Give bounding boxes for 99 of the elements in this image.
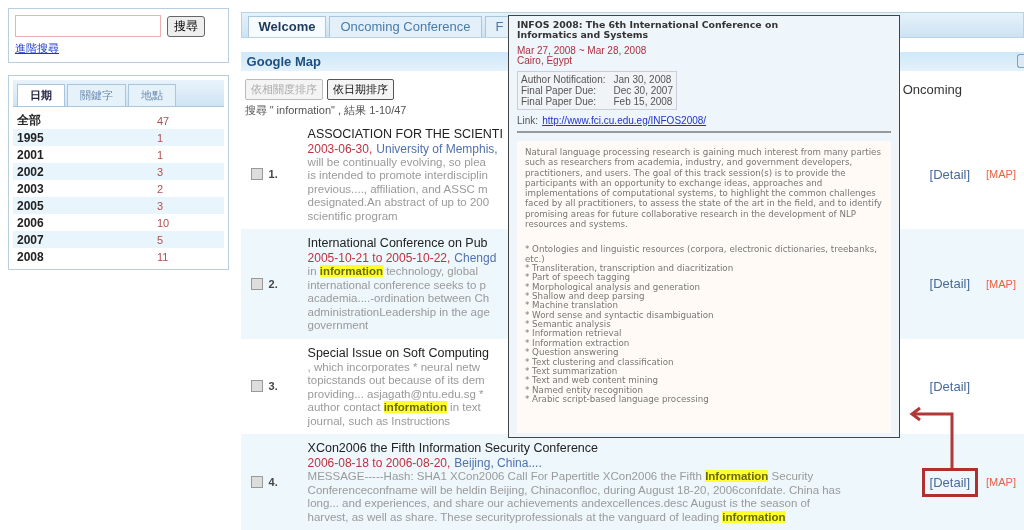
result-title[interactable]: ASSOCIATION FOR THE SCIENTI — [307, 125, 503, 142]
popup-location: Cairo, Egypt — [517, 56, 574, 66]
facet-label[interactable]: 2001 — [17, 147, 157, 162]
snippet-line: long... and experiences, and share our achievements andexcellences.desc August is the season of — [307, 497, 811, 511]
tab[interactable]: Oncoming Conference — [329, 16, 482, 37]
tab[interactable]: Welcome — [247, 16, 327, 37]
facet-label[interactable]: 2008 — [17, 249, 157, 264]
topic-line: * Text summarization — [525, 366, 618, 376]
deadline-label: Final Paper Due: — [521, 85, 598, 96]
checkbox[interactable] — [250, 168, 263, 181]
snippet-line: is intended to promote interdisciplin — [307, 169, 488, 183]
checkbox[interactable] — [250, 277, 263, 290]
snippet-line: harvest, as well as share. These securityprofessionals at the vanguard of leading information — [307, 510, 786, 524]
snippet-line: MESSAGE-----Hash: SHA1 XCon2006 Call For Papertitle XCon2006 the Fifth Information Security — [307, 470, 814, 484]
facet-count: 47 — [157, 114, 170, 127]
result-number: 1. — [268, 168, 278, 181]
result-place: Beijing, China.... — [454, 456, 542, 470]
checkbox[interactable] — [250, 476, 263, 488]
snippet-line: Conferenceconfname will be heldin Beijing, Chinaconfloc, during August 18-20, 2006confdate. China has — [307, 483, 841, 497]
snippet-line: , which incorporates * neural netw — [307, 360, 481, 374]
deadline-date: Feb 15, 2008 — [613, 96, 673, 107]
result-title[interactable]: XCon2006 the Fifth Information Security Conference — [307, 440, 598, 456]
topic-line: * Information extraction — [525, 338, 630, 348]
result-date: 2003-06-30, — [307, 141, 373, 156]
facet-count: 3 — [157, 165, 164, 178]
snippet-line: in information technology, global — [307, 265, 479, 279]
search-field[interactable] — [15, 15, 161, 37]
panel-title: Google Map — [246, 53, 321, 69]
topic-line: * Part of speech tagging — [525, 273, 631, 283]
deadline-date: Dec 30, 2007 — [613, 85, 673, 96]
column-heading: Oncoming — [902, 81, 962, 97]
collapse-icon[interactable] — [1017, 54, 1024, 69]
facet-count: 1 — [157, 131, 164, 144]
topic-line: * Question answering — [525, 348, 619, 358]
facet-count: 2 — [157, 182, 164, 195]
topic-line: * Text clustering and classification — [525, 357, 674, 367]
result-title[interactable]: International Conference on Pub — [307, 235, 488, 251]
topic-line: * Information retrieval — [525, 329, 622, 339]
result-date: 2005-10-21 to 2005-10-22, — [307, 251, 451, 265]
result-place: University of Memphis, — [376, 141, 498, 156]
facet-label[interactable]: 2007 — [17, 232, 157, 247]
snippet-line: academia....-ordination between Ch — [307, 292, 490, 306]
result-place: Chengd — [454, 251, 497, 265]
deadline-label: Final Paper Due: — [521, 96, 598, 107]
snippet-line: topicstands out because of its dem — [307, 374, 485, 388]
snippet-line: government — [307, 319, 369, 333]
snippet-line: author contact information in text — [307, 401, 481, 415]
advanced-search-link[interactable]: 進階搜尋 — [15, 41, 59, 56]
result-summary: 搜尋 " information" , 結果 1-10/47 — [243, 102, 407, 118]
facet-label[interactable]: 2006 — [17, 215, 157, 230]
detail-link[interactable]: [Detail] — [921, 159, 979, 189]
topic-line: * Shallow and deep parsing — [525, 292, 645, 302]
description-text: Natural language processing research is gaining much interest from many parties such as researchers from academia, industry, and government developers, practitioners, and users. The goal of this track session(s) is to provide the participants with an opportunity to exchange ideas, approaches and implementations of computational systems, to highlight the common challenges faced by all practitioners, to assess the state of the art in the field, and to identify promising areas for future collaborative research in the development of NLP resources and systems. — [525, 147, 883, 230]
link-label: Link: — [517, 115, 539, 126]
snippet-line: journal, such as Instructions — [307, 414, 451, 428]
facet-label[interactable]: 2005 — [17, 198, 157, 213]
topic-line: * Named entity recognition — [525, 385, 643, 395]
snippet-line: international conference seeks to p — [307, 278, 486, 292]
topic-line: * Arabic script-based language processing — [525, 394, 709, 405]
snippet-line: administrationLeadership in the age — [307, 305, 490, 319]
facet-label[interactable]: 全部 — [17, 112, 157, 129]
conference-link[interactable]: http://www.fci.cu.edu.eg/INFOS2008/ — [542, 115, 707, 126]
facet-count: 3 — [157, 199, 164, 212]
result-number: 4. — [268, 476, 278, 488]
facet-label[interactable]: 2002 — [17, 164, 157, 179]
snippet-line: will be continually evolving, so plea — [307, 155, 486, 169]
topic-line: * Semantic analysis — [525, 320, 611, 330]
detail-link[interactable]: [Detail] — [921, 467, 979, 497]
facet-count: 10 — [157, 216, 170, 229]
deadline-date: Jan 30, 2008 — [613, 74, 673, 85]
checkbox[interactable] — [250, 380, 263, 393]
snippet-line: scientific program — [307, 209, 398, 223]
topic-line: * Word sense and syntactic disambiguation — [525, 310, 714, 321]
popup-title: INFOS 2008: The 6th International Conference on Informatics and Systems — [517, 20, 780, 40]
popup-dates: Mar 27, 2008 ~ Mar 28, 2008 — [517, 46, 648, 56]
result-date: 2006-08-18 to 2006-08-20, — [307, 456, 451, 470]
topic-line: * Text and web content mining — [525, 376, 659, 386]
topic-line: * Machine translation — [525, 301, 618, 311]
facet-count: 11 — [157, 250, 169, 263]
facet-count: 1 — [157, 148, 164, 161]
snippet-line: designated.An abstract of up to 200 — [307, 196, 490, 210]
snippet-line: providing... asjagath@ntu.edu.sg * — [307, 387, 484, 401]
topic-line: * Morphological analysis and generation — [525, 282, 701, 293]
topic-line: * Ontologies and linguistic resources (corpora, electronic dictionaries, treebanks, etc.) — [525, 245, 878, 264]
sort-button[interactable]: 依日期排序 — [326, 78, 394, 100]
result-number: 2. — [268, 277, 278, 290]
facet-label[interactable]: 2003 — [17, 181, 157, 196]
detail-link[interactable]: [Detail] — [921, 269, 979, 299]
search-button[interactable]: 搜尋 — [167, 15, 205, 37]
deadline-label: Author Notification: — [521, 74, 606, 85]
result-title[interactable]: Special Issue on Soft Computing — [307, 344, 489, 361]
result-number: 3. — [268, 380, 278, 393]
facet-tab[interactable]: 日期 — [17, 84, 65, 106]
facet-label[interactable]: 1995 — [17, 130, 157, 145]
topic-line: * Transliteration, transcription and diacritization — [525, 264, 734, 274]
detail-link[interactable]: [Detail] — [921, 371, 979, 401]
facet-count: 5 — [157, 233, 164, 246]
callout-arrow — [909, 406, 954, 468]
snippet-line: previous...., affiliation, and ASSC m — [307, 182, 488, 196]
